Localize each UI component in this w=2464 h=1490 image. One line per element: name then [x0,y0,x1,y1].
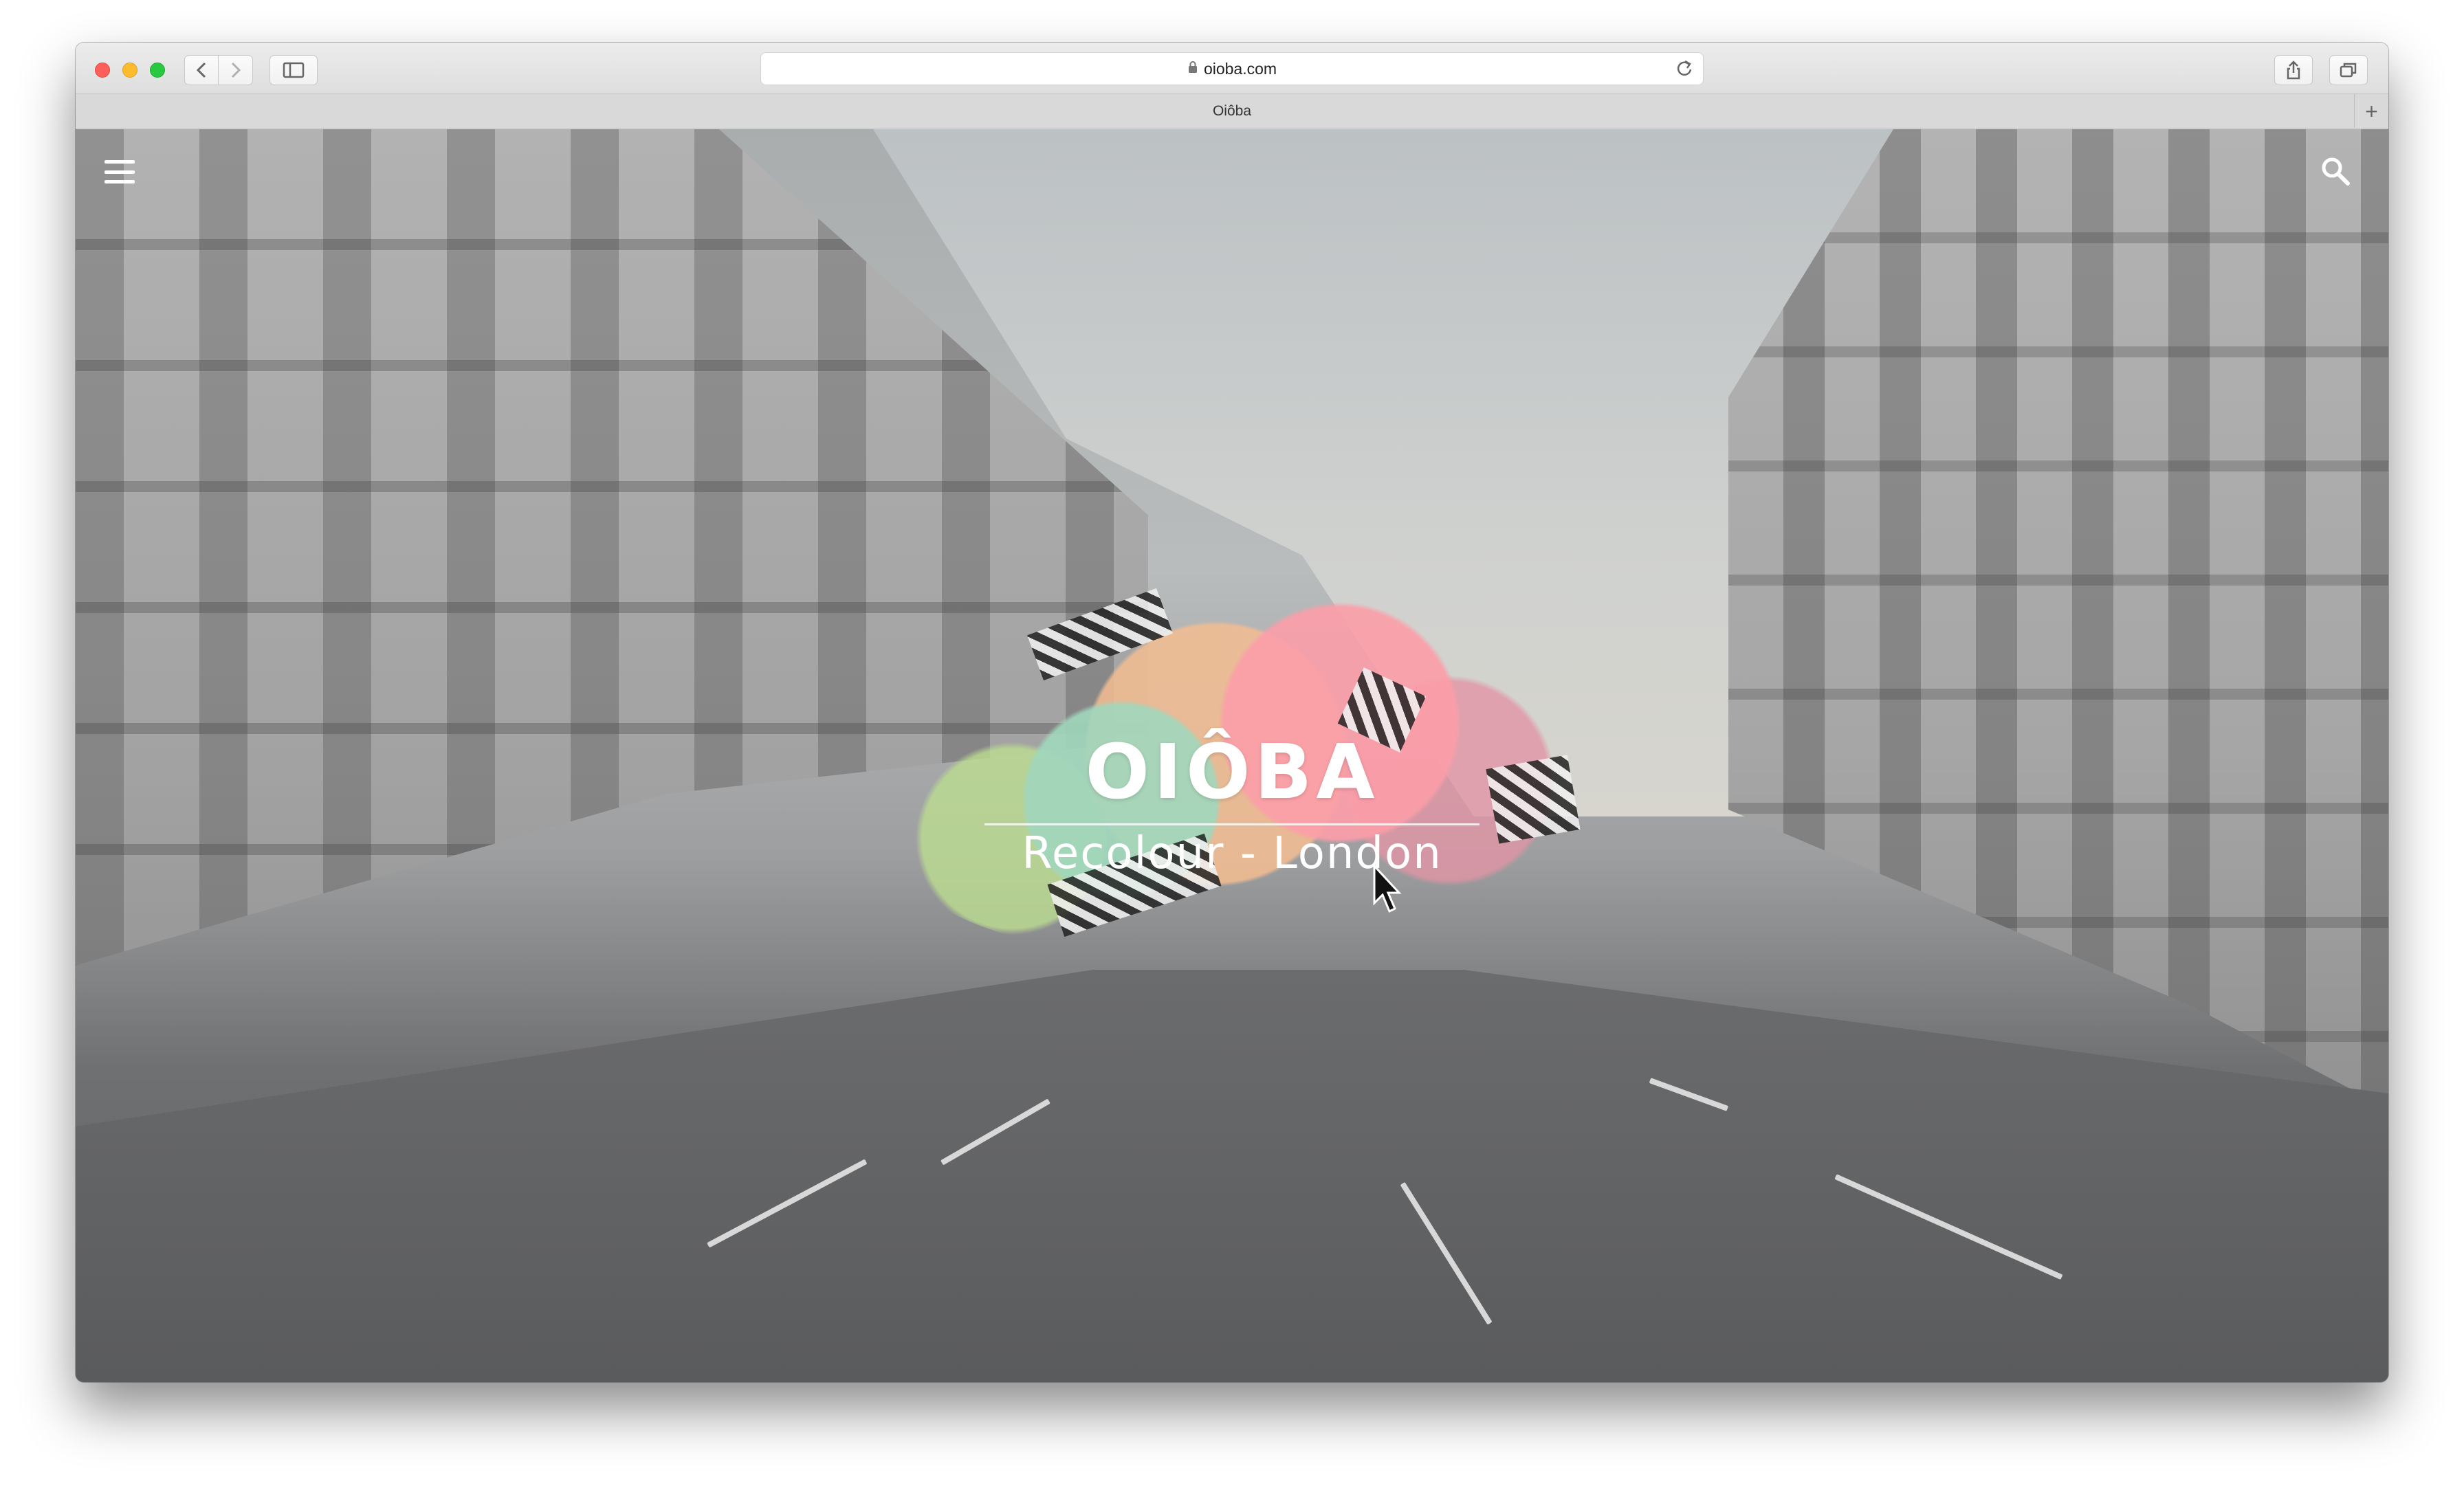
chevron-left-icon [196,62,206,78]
chevron-right-icon [231,62,241,78]
new-tab-button[interactable]: + [2354,94,2388,129]
hero-subtitle: Recolour - London [1022,828,1442,879]
reload-icon [1677,60,1692,76]
minimize-window-button[interactable] [122,63,138,78]
hero-background-building-right [1728,129,2388,1109]
url-text: oioba.com [1203,59,1277,78]
sidebar-icon [283,62,305,78]
tab-bar: Oiôba + [76,94,2388,129]
tab-overview-icon [2340,63,2357,78]
share-icon [2287,60,2300,80]
mouse-pointer-icon [1373,863,1402,913]
forward-button[interactable] [219,55,253,85]
tab-title[interactable]: Oiôba [1213,103,1251,120]
maximize-window-button[interactable] [150,63,165,78]
hero-title-block: OIÔBA Recolour - London [76,734,2388,878]
back-button[interactable] [184,55,219,85]
reload-button[interactable] [1675,58,1693,82]
browser-window: oioba.com Oiôba + OIÔBA Recolour - Londo… [76,43,2388,1382]
site-logo-text[interactable]: OIÔBA [76,734,2388,810]
sidebar-button[interactable] [270,55,318,85]
hero-background-street [76,970,2388,1382]
hamburger-menu-icon[interactable] [104,160,135,184]
title-divider [984,823,1480,825]
address-bar[interactable]: oioba.com [760,52,1704,85]
close-window-button[interactable] [95,63,110,78]
web-page: OIÔBA Recolour - London [76,129,2388,1382]
share-button[interactable] [2274,55,2313,85]
tab-overview-button[interactable] [2329,55,2368,85]
lock-icon [1187,60,1198,78]
browser-toolbar: oioba.com [76,43,2388,94]
search-icon[interactable] [2320,155,2351,187]
